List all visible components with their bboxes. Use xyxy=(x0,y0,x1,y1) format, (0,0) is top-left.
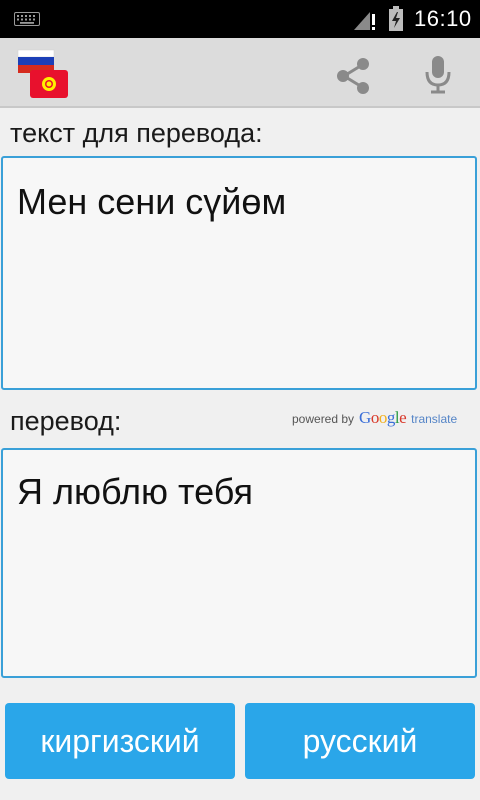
translation-label: перевод: xyxy=(10,406,122,436)
target-language-button[interactable]: русский xyxy=(245,703,475,779)
keyboard-icon xyxy=(14,12,40,26)
status-bar: 16:10 xyxy=(0,0,480,38)
powered-by-google-translate: powered by Google translate xyxy=(292,408,457,428)
google-logo-letter: e xyxy=(399,408,407,427)
translate-text: translate xyxy=(411,412,458,426)
google-logo-letter: o xyxy=(370,408,380,427)
russia-kyrgyzstan-flag-icon[interactable] xyxy=(16,48,70,100)
translation-output[interactable]: Я люблю тебя xyxy=(1,448,477,678)
google-logo: Google xyxy=(359,408,407,428)
source-text-input[interactable]: Мен сени сүйөм xyxy=(1,156,477,390)
google-logo-letter: g xyxy=(386,408,396,427)
source-label: текст для перевода: xyxy=(10,118,263,148)
clock: 16:10 xyxy=(414,6,472,31)
source-language-button[interactable]: киргизский xyxy=(5,703,235,779)
share-icon[interactable] xyxy=(332,56,376,96)
battery-charging-icon xyxy=(389,6,403,31)
signal-alert-icon xyxy=(354,12,375,30)
google-logo-letter: G xyxy=(359,408,371,427)
action-bar xyxy=(0,38,480,108)
powered-by-text: powered by xyxy=(292,412,355,426)
microphone-icon[interactable] xyxy=(420,54,456,96)
google-logo-letter: o xyxy=(378,408,388,427)
